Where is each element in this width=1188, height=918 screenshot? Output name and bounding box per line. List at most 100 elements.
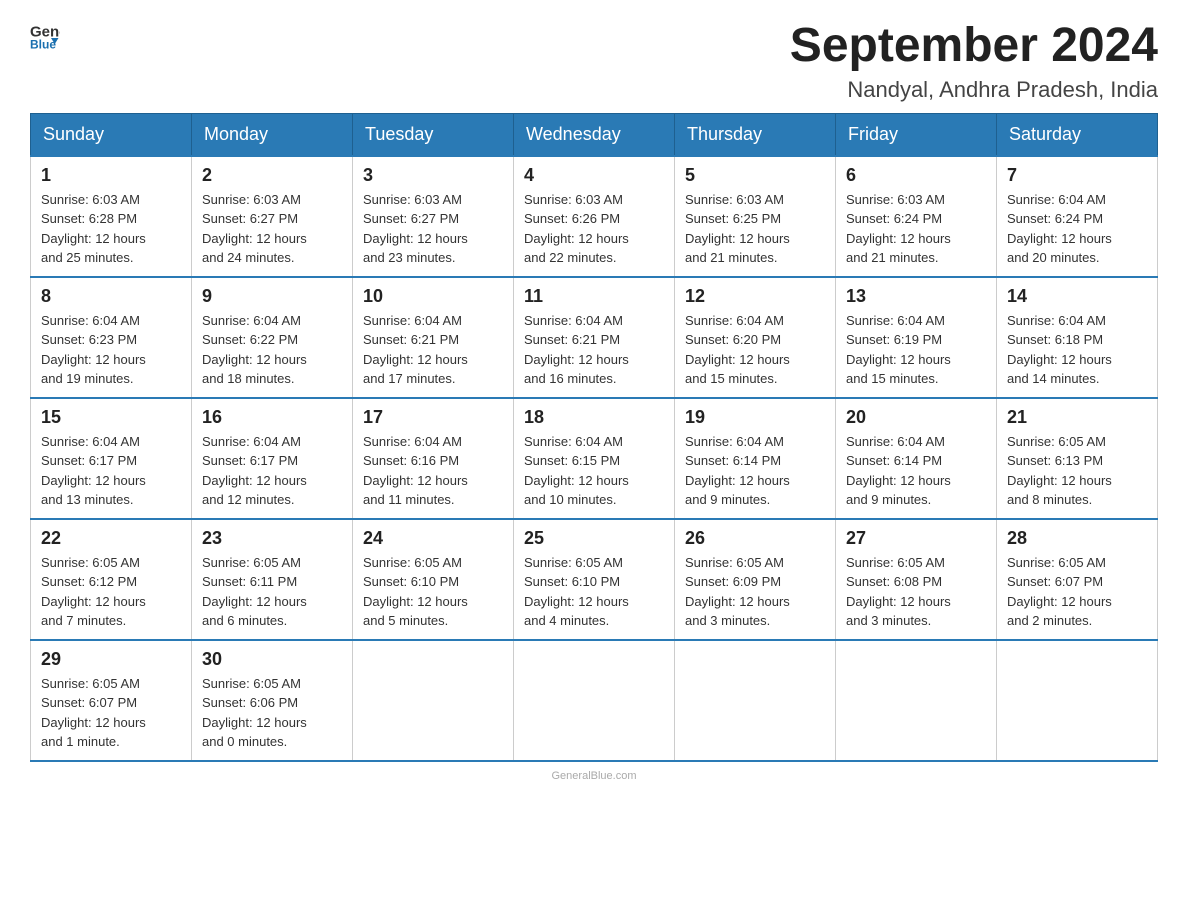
footer-source: GeneralBlue.com bbox=[552, 770, 637, 782]
day-info: Sunrise: 6:04 AMSunset: 6:19 PMDaylight:… bbox=[846, 311, 986, 389]
day-number: 4 bbox=[524, 165, 664, 186]
day-number: 29 bbox=[41, 649, 181, 670]
day-info: Sunrise: 6:03 AMSunset: 6:26 PMDaylight:… bbox=[524, 190, 664, 268]
day-number: 21 bbox=[1007, 407, 1147, 428]
table-row: 30 Sunrise: 6:05 AMSunset: 6:06 PMDayligh… bbox=[192, 640, 353, 761]
table-row: 29Sunrise: 6:05 AMSunset: 6:07 PMDayligh… bbox=[31, 640, 192, 761]
day-number: 12 bbox=[685, 286, 825, 307]
day-info: Sunrise: 6:04 AMSunset: 6:24 PMDaylight:… bbox=[1007, 190, 1147, 268]
table-row: 8 Sunrise: 6:04 AMSunset: 6:23 PMDaylight… bbox=[31, 277, 192, 398]
day-info: Sunrise: 6:04 AMSunset: 6:21 PMDaylight:… bbox=[524, 311, 664, 389]
table-row: 14 Sunrise: 6:04 AMSunset: 6:18 PMDayligh… bbox=[997, 277, 1158, 398]
day-info: Sunrise: 6:04 AMSunset: 6:17 PMDaylight:… bbox=[202, 432, 342, 510]
calendar-week-row: 8 Sunrise: 6:04 AMSunset: 6:23 PMDaylight… bbox=[31, 277, 1158, 398]
table-row: 11 Sunrise: 6:04 AMSunset: 6:21 PMDayligh… bbox=[514, 277, 675, 398]
day-number: 9 bbox=[202, 286, 342, 307]
table-row: 9 Sunrise: 6:04 AMSunset: 6:22 PMDaylight… bbox=[192, 277, 353, 398]
day-info: Sunrise: 6:04 AMSunset: 6:22 PMDaylight:… bbox=[202, 311, 342, 389]
day-number: 13 bbox=[846, 286, 986, 307]
day-info: Sunrise: 6:05 AMSunset: 6:06 PMDaylight:… bbox=[202, 674, 342, 752]
col-thursday: Thursday bbox=[675, 113, 836, 156]
day-info: Sunrise: 6:03 AMSunset: 6:27 PMDaylight:… bbox=[202, 190, 342, 268]
day-info: Sunrise: 6:04 AMSunset: 6:23 PMDaylight:… bbox=[41, 311, 181, 389]
col-monday: Monday bbox=[192, 113, 353, 156]
table-row: 20 Sunrise: 6:04 AMSunset: 6:14 PMDayligh… bbox=[836, 398, 997, 519]
day-number: 11 bbox=[524, 286, 664, 307]
table-row: 15 Sunrise: 6:04 AMSunset: 6:17 PMDayligh… bbox=[31, 398, 192, 519]
logo-icon: General Blue bbox=[30, 20, 60, 50]
table-row: 1Sunrise: 6:03 AMSunset: 6:28 PMDaylight… bbox=[31, 156, 192, 277]
day-number: 8 bbox=[41, 286, 181, 307]
day-number: 19 bbox=[685, 407, 825, 428]
day-number: 23 bbox=[202, 528, 342, 549]
table-row bbox=[997, 640, 1158, 761]
day-info: Sunrise: 6:04 AMSunset: 6:21 PMDaylight:… bbox=[363, 311, 503, 389]
day-info: Sunrise: 6:04 AMSunset: 6:18 PMDaylight:… bbox=[1007, 311, 1147, 389]
table-row: 7 Sunrise: 6:04 AMSunset: 6:24 PMDaylight… bbox=[997, 156, 1158, 277]
calendar-week-row: 22Sunrise: 6:05 AMSunset: 6:12 PMDayligh… bbox=[31, 519, 1158, 640]
col-wednesday: Wednesday bbox=[514, 113, 675, 156]
logo: General Blue bbox=[30, 20, 60, 50]
day-info: Sunrise: 6:05 AMSunset: 6:07 PMDaylight:… bbox=[1007, 553, 1147, 631]
day-number: 14 bbox=[1007, 286, 1147, 307]
table-row: 24 Sunrise: 6:05 AMSunset: 6:10 PMDayligh… bbox=[353, 519, 514, 640]
table-row: 16Sunrise: 6:04 AMSunset: 6:17 PMDayligh… bbox=[192, 398, 353, 519]
table-row: 2 Sunrise: 6:03 AMSunset: 6:27 PMDaylight… bbox=[192, 156, 353, 277]
month-year-title: September 2024 bbox=[790, 20, 1158, 73]
day-info: Sunrise: 6:05 AMSunset: 6:09 PMDaylight:… bbox=[685, 553, 825, 631]
table-row: 17 Sunrise: 6:04 AMSunset: 6:16 PMDayligh… bbox=[353, 398, 514, 519]
day-info: Sunrise: 6:05 AMSunset: 6:13 PMDaylight:… bbox=[1007, 432, 1147, 510]
day-info: Sunrise: 6:04 AMSunset: 6:16 PMDaylight:… bbox=[363, 432, 503, 510]
day-info: Sunrise: 6:03 AMSunset: 6:28 PMDaylight:… bbox=[41, 190, 181, 268]
table-row: 13 Sunrise: 6:04 AMSunset: 6:19 PMDayligh… bbox=[836, 277, 997, 398]
calendar-header-row: Sunday Monday Tuesday Wednesday Thursday… bbox=[31, 113, 1158, 156]
day-info: Sunrise: 6:04 AMSunset: 6:20 PMDaylight:… bbox=[685, 311, 825, 389]
day-number: 10 bbox=[363, 286, 503, 307]
table-row bbox=[836, 640, 997, 761]
day-info: Sunrise: 6:04 AMSunset: 6:14 PMDaylight:… bbox=[685, 432, 825, 510]
table-row: 21 Sunrise: 6:05 AMSunset: 6:13 PMDayligh… bbox=[997, 398, 1158, 519]
day-number: 20 bbox=[846, 407, 986, 428]
day-number: 18 bbox=[524, 407, 664, 428]
day-number: 6 bbox=[846, 165, 986, 186]
day-number: 15 bbox=[41, 407, 181, 428]
table-row: 22Sunrise: 6:05 AMSunset: 6:12 PMDayligh… bbox=[31, 519, 192, 640]
footer: GeneralBlue.com bbox=[30, 770, 1158, 782]
table-row: 23Sunrise: 6:05 AMSunset: 6:11 PMDayligh… bbox=[192, 519, 353, 640]
title-block: September 2024 Nandyal, Andhra Pradesh, … bbox=[790, 20, 1158, 103]
day-number: 17 bbox=[363, 407, 503, 428]
day-number: 7 bbox=[1007, 165, 1147, 186]
table-row bbox=[675, 640, 836, 761]
table-row: 27 Sunrise: 6:05 AMSunset: 6:08 PMDayligh… bbox=[836, 519, 997, 640]
day-info: Sunrise: 6:05 AMSunset: 6:10 PMDaylight:… bbox=[363, 553, 503, 631]
day-number: 26 bbox=[685, 528, 825, 549]
col-sunday: Sunday bbox=[31, 113, 192, 156]
table-row: 3Sunrise: 6:03 AMSunset: 6:27 PMDaylight… bbox=[353, 156, 514, 277]
col-friday: Friday bbox=[836, 113, 997, 156]
day-info: Sunrise: 6:03 AMSunset: 6:25 PMDaylight:… bbox=[685, 190, 825, 268]
day-number: 2 bbox=[202, 165, 342, 186]
page-header: General Blue September 2024 Nandyal, And… bbox=[30, 20, 1158, 103]
day-number: 27 bbox=[846, 528, 986, 549]
table-row: 25Sunrise: 6:05 AMSunset: 6:10 PMDayligh… bbox=[514, 519, 675, 640]
day-info: Sunrise: 6:04 AMSunset: 6:14 PMDaylight:… bbox=[846, 432, 986, 510]
day-info: Sunrise: 6:04 AMSunset: 6:17 PMDaylight:… bbox=[41, 432, 181, 510]
table-row: 4 Sunrise: 6:03 AMSunset: 6:26 PMDaylight… bbox=[514, 156, 675, 277]
table-row: 28 Sunrise: 6:05 AMSunset: 6:07 PMDayligh… bbox=[997, 519, 1158, 640]
day-number: 3 bbox=[363, 165, 503, 186]
table-row: 19 Sunrise: 6:04 AMSunset: 6:14 PMDayligh… bbox=[675, 398, 836, 519]
location-subtitle: Nandyal, Andhra Pradesh, India bbox=[790, 77, 1158, 103]
day-info: Sunrise: 6:05 AMSunset: 6:12 PMDaylight:… bbox=[41, 553, 181, 631]
table-row bbox=[353, 640, 514, 761]
table-row: 5Sunrise: 6:03 AMSunset: 6:25 PMDaylight… bbox=[675, 156, 836, 277]
svg-text:Blue: Blue bbox=[30, 38, 56, 51]
day-info: Sunrise: 6:03 AMSunset: 6:24 PMDaylight:… bbox=[846, 190, 986, 268]
day-number: 30 bbox=[202, 649, 342, 670]
day-info: Sunrise: 6:05 AMSunset: 6:10 PMDaylight:… bbox=[524, 553, 664, 631]
day-info: Sunrise: 6:05 AMSunset: 6:08 PMDaylight:… bbox=[846, 553, 986, 631]
col-saturday: Saturday bbox=[997, 113, 1158, 156]
table-row: 6 Sunrise: 6:03 AMSunset: 6:24 PMDaylight… bbox=[836, 156, 997, 277]
day-number: 28 bbox=[1007, 528, 1147, 549]
calendar-week-row: 15 Sunrise: 6:04 AMSunset: 6:17 PMDayligh… bbox=[31, 398, 1158, 519]
day-number: 24 bbox=[363, 528, 503, 549]
